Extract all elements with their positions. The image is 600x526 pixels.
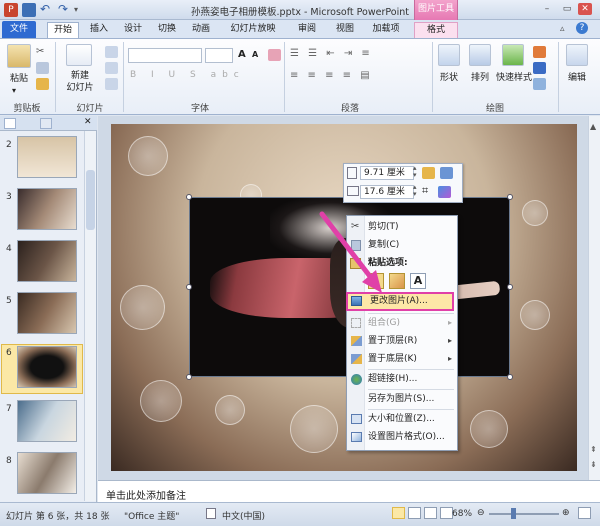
fit-to-window-icon[interactable] xyxy=(578,507,591,519)
language-indicator[interactable]: 中文(中国) xyxy=(222,509,265,522)
zoom-out-icon[interactable]: ⊖ xyxy=(477,508,485,518)
theme-name[interactable]: "Office 主题" xyxy=(124,509,179,522)
zoom-in-icon[interactable]: ⊕ xyxy=(562,508,570,518)
spell-check-icon[interactable] xyxy=(206,508,216,519)
slide-sorter-icon[interactable] xyxy=(408,507,421,519)
zoom-level[interactable]: 68% xyxy=(452,509,472,519)
normal-view-icon[interactable] xyxy=(392,507,405,519)
slide-counter: 幻灯片 第 6 张，共 18 张 xyxy=(6,512,110,522)
zoom-slider-track[interactable] xyxy=(489,513,559,515)
reading-view-icon[interactable] xyxy=(424,507,437,519)
zoom-slider-thumb[interactable] xyxy=(511,508,516,519)
annotation-arrow xyxy=(319,211,382,293)
notes-pane[interactable]: 单击此处添加备注 xyxy=(98,480,600,502)
